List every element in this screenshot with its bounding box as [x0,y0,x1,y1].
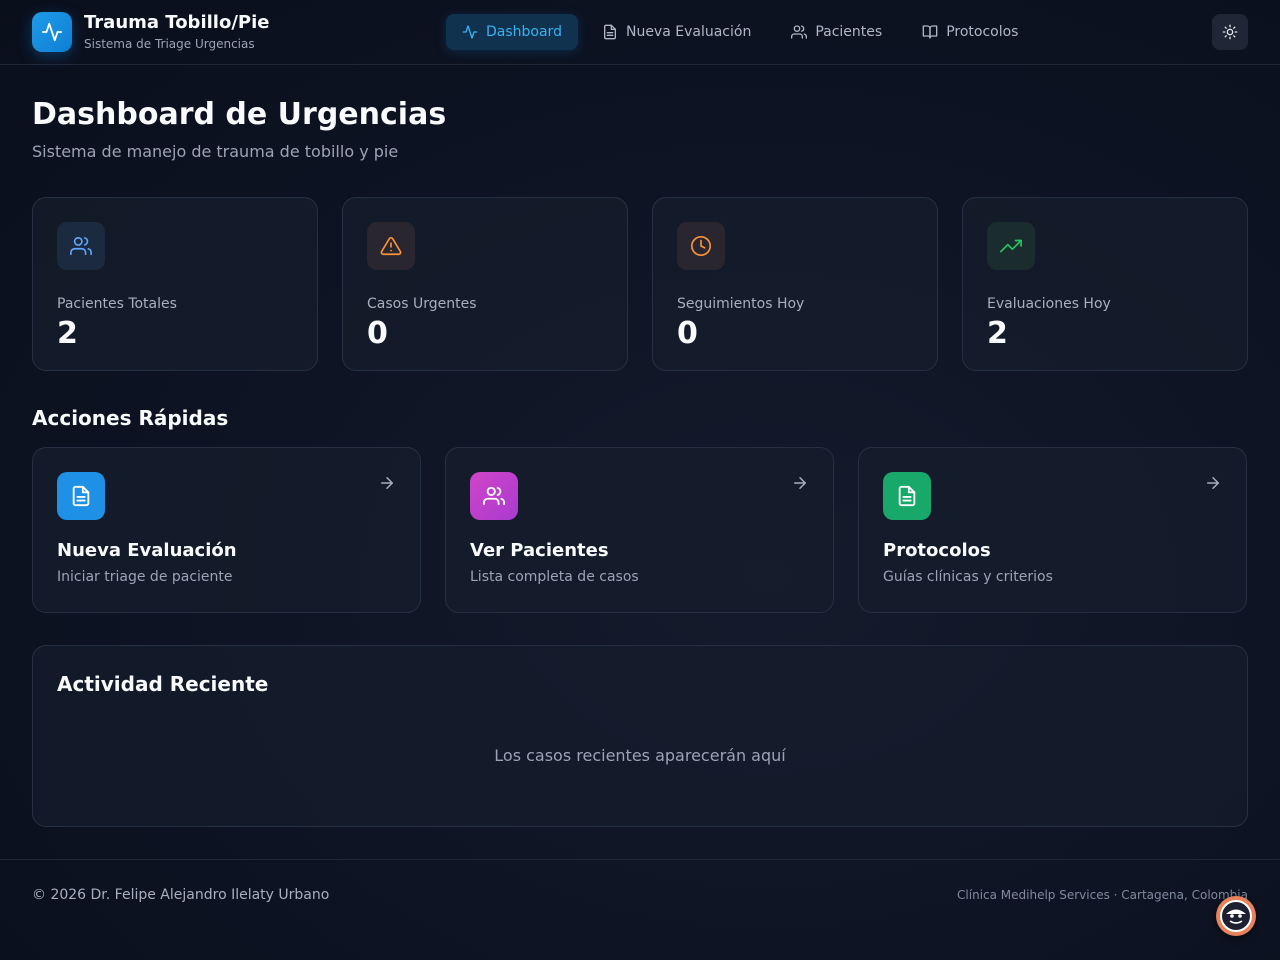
book-open-icon [922,25,938,39]
users-icon [791,25,808,39]
assistant-face-icon [1220,900,1252,932]
arrow-right-icon [381,477,393,489]
nav-label: Dashboard [486,24,562,40]
action-card-ver-pacientes[interactable]: Ver Pacientes Lista completa de casos [445,447,834,613]
action-title: Protocolos [883,540,991,561]
stat-card-casos-urgentes: Casos Urgentes 0 [342,197,628,371]
nav-label: Pacientes [815,24,883,40]
app-subtitle: Sistema de Triage Urgencias [84,37,255,51]
footer-location: Clínica Medihelp Services · Cartagena, C… [957,887,1248,902]
stat-value: 2 [987,316,1008,351]
stat-value: 2 [57,316,78,351]
footer: © 2026 Dr. Felipe Alejandro Ilelaty Urba… [0,859,1280,929]
stat-card-evaluaciones-hoy: Evaluaciones Hoy 2 [962,197,1248,371]
nav-protocolos[interactable]: Protocolos [906,14,1034,50]
action-desc: Guías clínicas y criterios [883,569,1053,585]
app-title: Trauma Tobillo/Pie [84,12,270,33]
users-icon [470,472,518,520]
assistant-avatar-button[interactable] [1216,896,1256,936]
nav-label: Protocolos [946,24,1019,40]
top-header: Trauma Tobillo/Pie Sistema de Triage Urg… [0,0,1280,65]
main-nav: Dashboard Nueva Evaluación Pacientes Pro… [446,14,1034,50]
file-text-icon [57,472,105,520]
main-content: Dashboard de Urgencias Sistema de manejo… [0,97,1280,827]
stat-value: 0 [677,316,698,351]
action-desc: Lista completa de casos [470,569,639,585]
stat-card-pacientes-totales: Pacientes Totales 2 [32,197,318,371]
action-card-nueva-evaluacion[interactable]: Nueva Evaluación Iniciar triage de pacie… [32,447,421,613]
trending-up-icon [987,222,1035,270]
action-title: Ver Pacientes [470,540,609,561]
stat-value: 0 [367,316,388,351]
action-desc: Iniciar triage de paciente [57,569,233,585]
recent-activity-panel: Actividad Reciente Los casos recientes a… [32,645,1248,827]
file-text-icon [883,472,931,520]
sun-icon [1222,24,1238,40]
section-title-acciones: Acciones Rápidas [32,406,229,430]
action-card-protocolos[interactable]: Protocolos Guías clínicas y criterios [858,447,1247,613]
users-icon [57,222,105,270]
page-title: Dashboard de Urgencias [32,97,447,132]
file-text-icon [603,24,616,40]
recent-activity-empty: Los casos recientes aparecerán aquí [494,746,786,765]
footer-copyright: © 2026 Dr. Felipe Alejandro Ilelaty Urba… [32,886,330,903]
stat-label: Evaluaciones Hoy [987,296,1111,312]
nav-pacientes[interactable]: Pacientes [775,14,898,50]
theme-toggle-button[interactable] [1212,14,1248,50]
activity-icon [462,25,478,39]
stat-label: Casos Urgentes [367,296,477,312]
clock-icon [677,222,725,270]
quick-actions-row: Nueva Evaluación Iniciar triage de pacie… [32,447,1248,613]
nav-label: Nueva Evaluación [625,24,752,40]
stat-card-seguimientos-hoy: Seguimientos Hoy 0 [652,197,938,371]
nav-nueva-evaluacion[interactable]: Nueva Evaluación [586,14,767,50]
activity-icon [32,12,72,52]
brand[interactable]: Trauma Tobillo/Pie Sistema de Triage Urg… [32,12,269,52]
page-subtitle: Sistema de manejo de trauma de tobillo y… [32,142,399,161]
stats-row: Pacientes Totales 2 Casos Urgentes 0 Seg… [32,197,1248,371]
nav-dashboard[interactable]: Dashboard [446,14,578,50]
recent-activity-title: Actividad Reciente [57,672,269,696]
stat-label: Pacientes Totales [57,296,177,312]
action-title: Nueva Evaluación [57,540,237,561]
alert-triangle-icon [367,222,415,270]
arrow-right-icon [1207,477,1219,489]
arrow-right-icon [794,477,806,489]
stat-label: Seguimientos Hoy [677,296,805,312]
